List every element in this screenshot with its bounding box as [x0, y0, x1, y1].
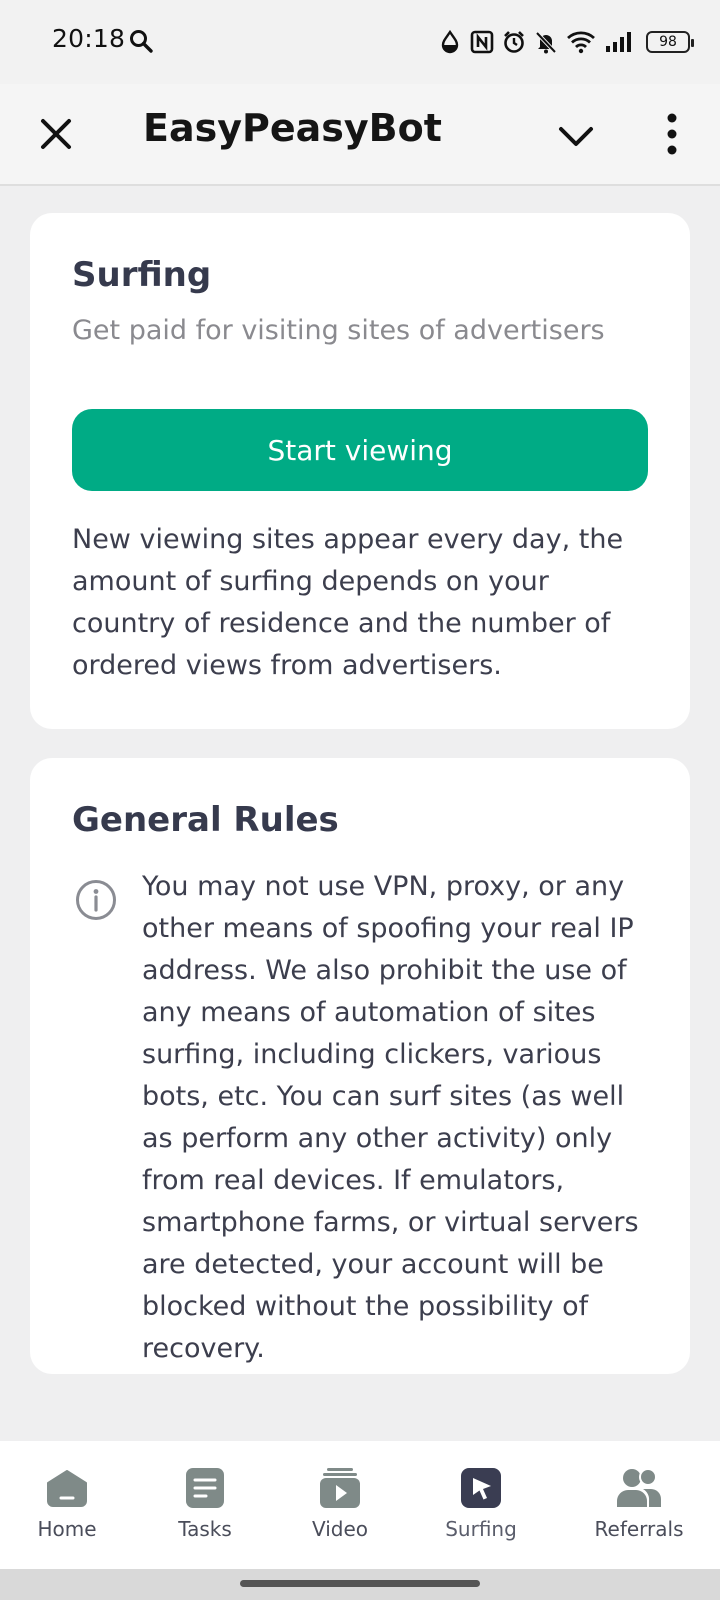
nav-item-tasks[interactable]: Tasks	[176, 1441, 234, 1569]
more-vertical-icon[interactable]	[652, 110, 692, 158]
nav-item-referrals[interactable]: Referrals	[594, 1441, 684, 1569]
app-title: EasyPeasyBot	[143, 106, 442, 150]
close-icon[interactable]	[34, 112, 78, 156]
wifi-icon	[567, 31, 595, 54]
status-icons: 98	[438, 26, 694, 58]
nav-label-tasks: Tasks	[178, 1517, 232, 1541]
nfc-icon	[470, 30, 494, 54]
battery-icon: 98	[646, 31, 694, 53]
video-icon	[320, 1468, 360, 1508]
bottom-nav: Home Tasks Video Surfing Referrals	[0, 1441, 720, 1569]
battery-level: 98	[659, 34, 677, 50]
referrals-icon	[617, 1468, 661, 1507]
nav-label-surfing: Surfing	[445, 1517, 517, 1541]
nav-item-video[interactable]: Video	[311, 1441, 369, 1569]
nav-item-surfing[interactable]: Surfing	[445, 1441, 517, 1569]
status-time: 20:18	[52, 24, 126, 53]
home-indicator[interactable]	[240, 1580, 480, 1587]
nav-label-referrals: Referrals	[594, 1517, 684, 1541]
system-nav-bar	[0, 1569, 720, 1600]
nav-label-video: Video	[311, 1517, 369, 1541]
surfing-title: Surfing	[72, 255, 212, 295]
info-icon	[76, 880, 116, 920]
search-icon	[130, 30, 153, 53]
start-viewing-button[interactable]: Start viewing	[72, 409, 648, 491]
data-saver-icon	[441, 29, 459, 54]
chevron-down-icon[interactable]	[554, 114, 598, 158]
rules-title: General Rules	[72, 800, 339, 840]
surfing-description: New viewing sites appear every day, the …	[72, 524, 624, 681]
rules-text: You may not use VPN, proxy, or any other…	[142, 871, 639, 1364]
nav-label-home: Home	[37, 1517, 97, 1541]
tasks-icon	[186, 1468, 224, 1508]
mute-bell-icon	[535, 31, 557, 54]
nav-item-home[interactable]: Home	[36, 1441, 98, 1569]
signal-icon	[606, 32, 631, 52]
status-bar: 20:18 98	[0, 0, 720, 84]
alarm-icon	[504, 31, 524, 53]
cursor-icon	[461, 1468, 501, 1508]
rules-card: General Rules You may not use VPN, proxy…	[30, 758, 690, 1374]
home-icon	[47, 1470, 87, 1507]
surfing-subtitle: Get paid for visiting sites of advertise…	[72, 315, 605, 346]
app-bar: EasyPeasyBot	[0, 84, 720, 186]
surfing-card: Surfing Get paid for visiting sites of a…	[30, 213, 690, 729]
